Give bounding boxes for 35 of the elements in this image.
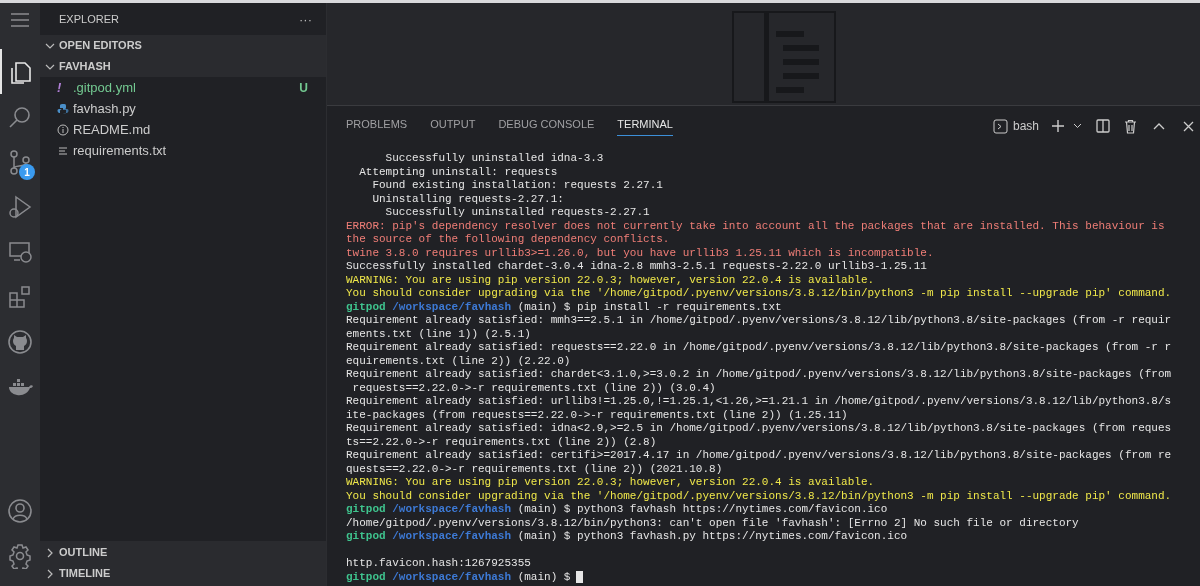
file-item[interactable]: README.md (40, 119, 326, 140)
section-header[interactable]: OUTLINE (40, 542, 326, 563)
terminal-shell-button[interactable]: bash (992, 117, 1039, 135)
split-icon[interactable] (1096, 119, 1110, 133)
branch-icon[interactable] (7, 148, 33, 175)
file-item[interactable]: favhash.py (40, 98, 326, 119)
terminal-output: Successfully uninstalled idna-3.3 Attempting uninstall: requests Found existing installation: requests 2.27.1 Uninstalling requests-2.27.1: Successfully uninstalled requests-2.27.1 ERROR: pip's dependency resolver does not currently take into account all the packages that are installed. This behaviour is the source of the following dependency conflicts. twine 3.8.0 requires urllib3>=1.26.0, but you have urllib3 1.25.11 which is incompatible. Successfully installed chardet-3.0.4 idna-2.8 mmh3-2.5.1 requests-2.22.0 urllib3-1.25.11 WARNING: You are using pip version 22.0.3; however, version 22.0.4 is available. You should consider upgrading via the '/home/gitpod/.pyenv/versions/3.8.12/bin/python3 -m pip install --upgrade pip' command. gitpod /workspace/favhash (main) $ pip install -r requirements.txt Requirement already satisfied: mmh3==2.5.1 in /home/gitpod/.pyenv/versions/3.8.12/lib/python3.8/site-packages (from -r requir ements.txt (line 1)) (2.5.1) Requirement already satisfied: requests==2.22.0 in /home/gitpod/.pyenv/versions/3.8.12/lib/python3.8/site-packages (from -r r equirements.txt (line 2)) (2.22.0) Requirement already satisfied: chardet<3.1.0,>=3.0.2 in /home/gitpod/.pyenv/versions/3.8.12/lib/python3.8/site-packages (from requests==2.22.0->-r requirements.txt (line 2)) (3.0.4) Requirement already satisfied: urllib3!=1.25.0,!=1.25.1,<1.26,>=1.21.1 in /home/gitpod/.pyenv/versions/3.8.12/lib/python3.8/s ite-packages (from requests==2.22.0->-r requirements.txt (line 2)) (1.25.11) Requirement already satisfied: idna<2.9,>=2.5 in /home/gitpod/.pyenv/versions/3.8.12/lib/python3.8/site-packages (from reques ts==2.22.0->-r requirements.txt (line 2)) (2.8) Requirement already satisfied: certifi>=2017.4.17 in /home/gitpod/.pyenv/versions/3.8.12/lib/python3.8/site-packages (from re quests==2.22.0->-r requirements.txt (line 2)) (2021.10.8) WARNING: You are using pip version 22.0.3; however, version 22.0.4 is available. You should consider upgrading via the '/home/gitpod/.pyenv/versions/3.8.12/bin/python3 -m pip install --upgrade pip' command. gitpod /workspace/favhash (main) $ python3 favhash https://nytimes.com/favicon.ico /home/gitpod/.pyenv/versions/3.8.12/bin/python3: can't open file 'favhash': [Errno 2] No such file or directory gitpod /workspace/favhash (main) $ python3 favhash.py https://nytimes.com/favicon.ico http.favicon.hash:1267925355 gitpod /workspace/favhash (main) $ (345, 151, 1173, 585)
plus-icon[interactable] (1051, 119, 1065, 133)
section-header[interactable]: TIMELINE (40, 563, 326, 584)
file-item[interactable]: ! .gitpod.yml U (40, 77, 326, 98)
account-icon[interactable] (7, 497, 33, 524)
trash-icon[interactable] (1124, 118, 1137, 134)
close-icon[interactable] (1183, 120, 1194, 132)
github-icon[interactable] (7, 328, 33, 355)
git-status: U (299, 79, 308, 97)
lines-icon (57, 144, 69, 157)
exclamation-icon: ! (57, 77, 73, 98)
sidebar-title: EXPLORER (59, 11, 119, 27)
more-actions-button[interactable]: ··· (299, 12, 312, 26)
extensions-icon[interactable] (7, 283, 33, 310)
run-debug-icon[interactable] (7, 193, 33, 220)
info-icon (57, 123, 69, 136)
chevron-down-icon[interactable] (1073, 123, 1082, 129)
panel-tab[interactable]: PROBLEMS (346, 115, 408, 137)
section-header[interactable]: OPEN EDITORS (40, 35, 326, 56)
section-header[interactable]: FAVHASH (40, 56, 326, 77)
menu-icon[interactable] (10, 13, 30, 27)
chevron-up-icon[interactable] (1153, 122, 1165, 130)
panel-tab[interactable]: TERMINAL (617, 115, 673, 137)
file-item[interactable]: requirements.txt (40, 140, 326, 161)
panel-tab[interactable]: OUTPUT (430, 115, 476, 137)
panel-tab[interactable]: DEBUG CONSOLE (498, 115, 595, 137)
notification-badge: 1 (19, 164, 35, 180)
terminal-icon (992, 118, 1008, 134)
settings-icon[interactable] (7, 542, 33, 569)
